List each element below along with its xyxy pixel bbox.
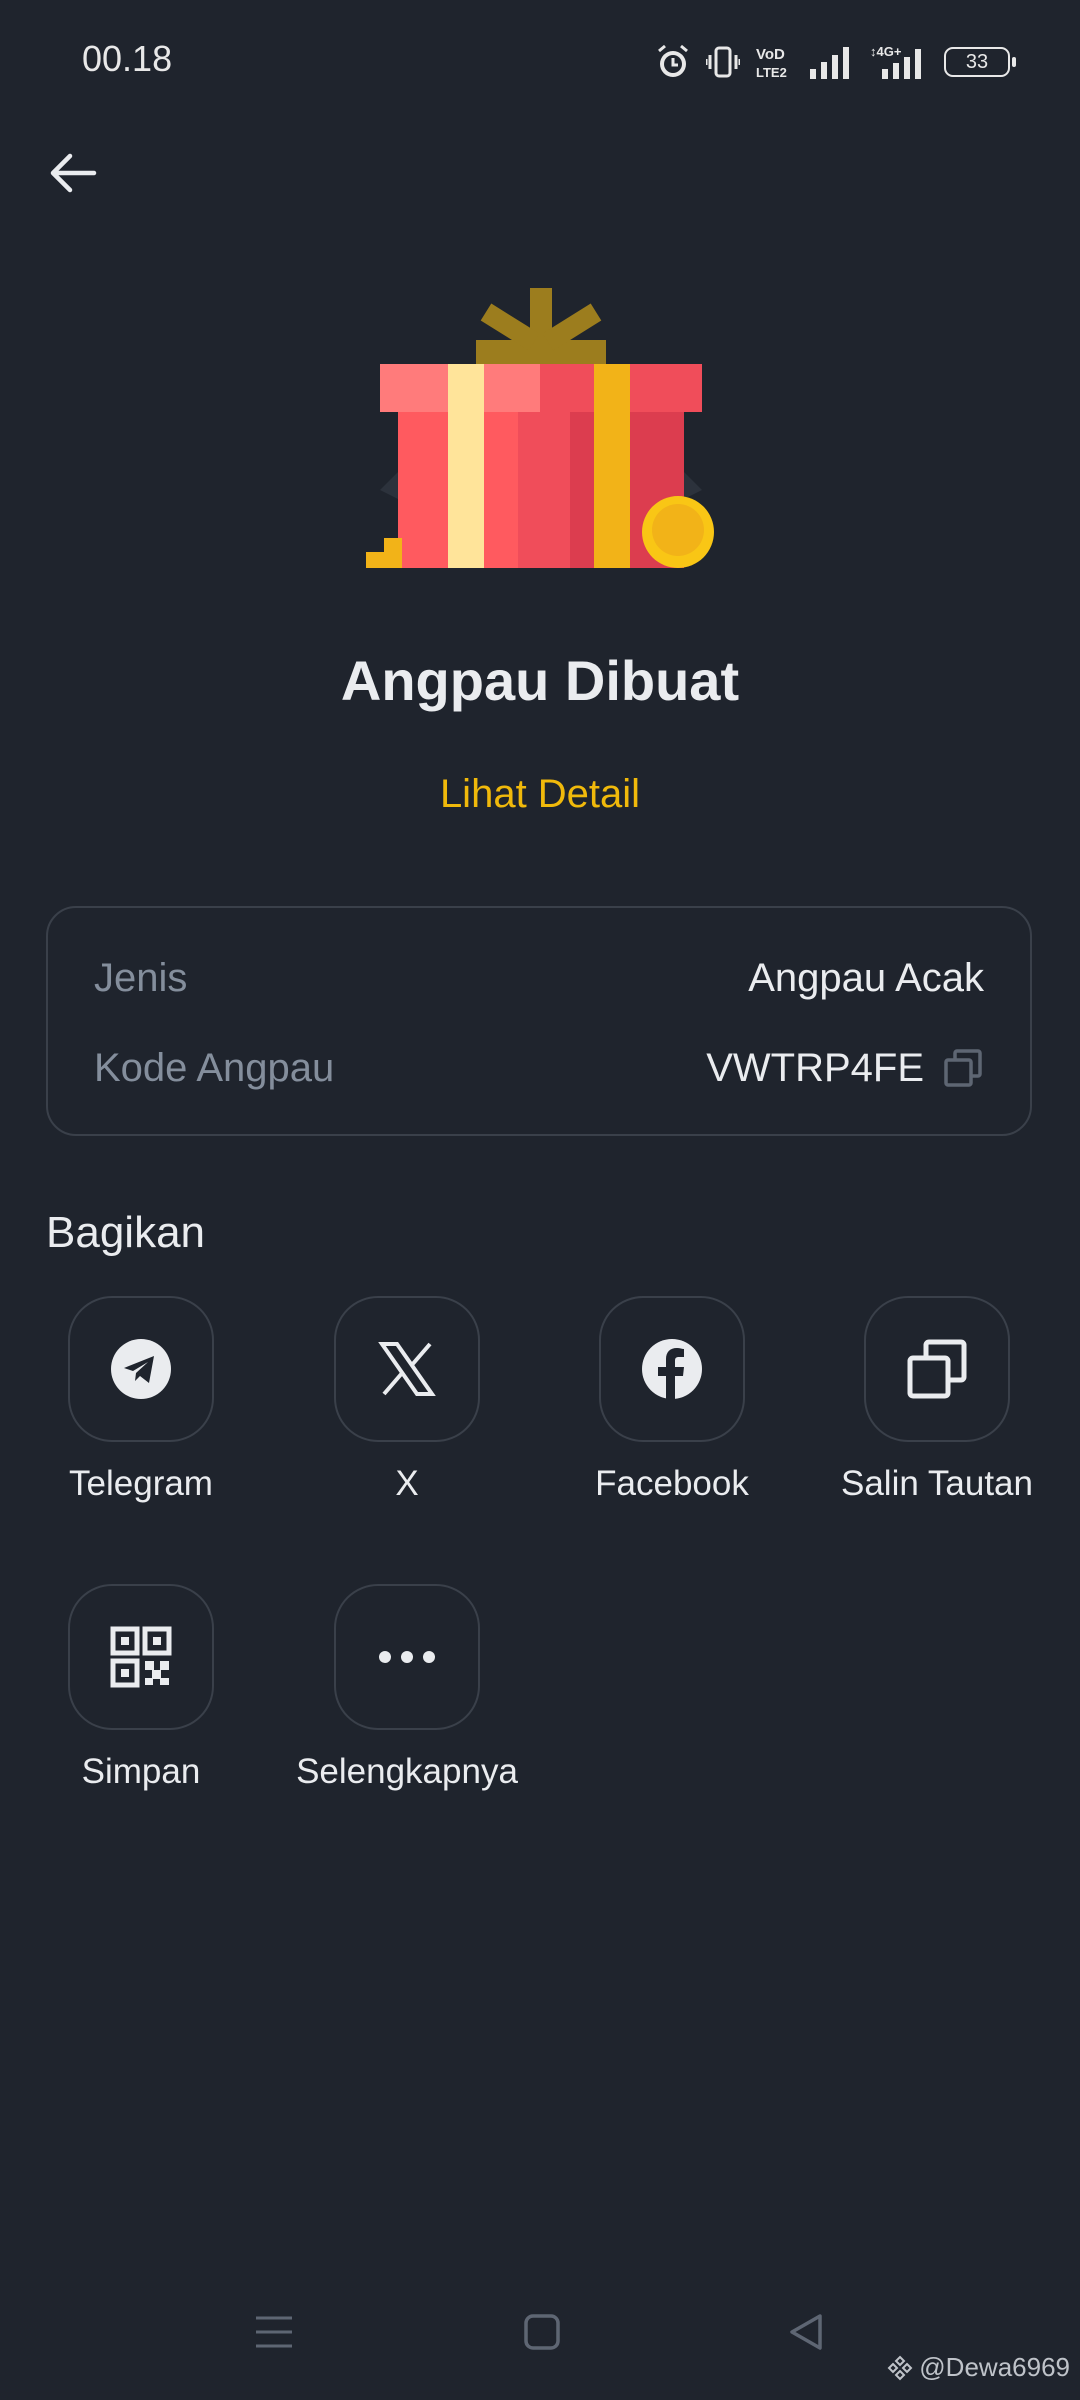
menu-nav-icon[interactable]	[254, 2312, 294, 2352]
share-more-label: Selengkapnya	[296, 1752, 518, 1791]
type-label: Jenis	[94, 955, 188, 1000]
watermark-text: @Dewa6969	[919, 2352, 1070, 2382]
view-detail-link[interactable]: Lihat Detail	[0, 772, 1080, 817]
share-x-circle[interactable]	[334, 1296, 480, 1442]
vibrate-icon	[706, 46, 740, 78]
share-copy-link-button[interactable]: Salin Tautan	[807, 1296, 1067, 1504]
share-telegram-label: Telegram	[69, 1464, 213, 1503]
4g-signal-icon: ↕4G+	[870, 44, 921, 79]
back-nav-icon[interactable]	[786, 2312, 826, 2352]
facebook-icon	[642, 1339, 702, 1400]
battery-icon: 33	[944, 47, 1016, 77]
share-more-circle[interactable]	[334, 1584, 480, 1730]
system-nav-bar	[0, 2300, 1080, 2360]
status-icons: VoD LTE2 ↕4G+ 33	[654, 38, 1016, 86]
alarm-icon	[658, 44, 688, 77]
share-save-circle[interactable]	[68, 1584, 214, 1730]
type-row: Jenis Angpau Acak	[94, 948, 984, 1008]
share-facebook-button[interactable]: Facebook	[542, 1296, 802, 1504]
share-x-label: X	[395, 1464, 419, 1503]
copy-code-icon[interactable]	[942, 1047, 984, 1089]
more-icon	[379, 1651, 435, 1663]
qr-code-icon	[110, 1626, 172, 1688]
share-telegram-circle[interactable]	[68, 1296, 214, 1442]
share-facebook-label: Facebook	[595, 1464, 749, 1503]
code-row: Kode Angpau VWTRP4FE	[94, 1038, 984, 1098]
share-heading: Bagikan	[46, 1208, 206, 1257]
share-save-label: Simpan	[81, 1752, 201, 1791]
watermark: @Dewa6969	[887, 2352, 1070, 2383]
share-save-button[interactable]: Simpan	[11, 1584, 271, 1792]
code-value: VWTRP4FE	[706, 1045, 924, 1090]
angpau-info-card: Jenis Angpau Acak Kode Angpau VWTRP4FE	[46, 906, 1032, 1136]
svg-text:LTE2: LTE2	[756, 65, 787, 80]
back-arrow-icon	[50, 153, 97, 193]
x-icon	[378, 1342, 436, 1396]
binance-logo-icon	[887, 2355, 913, 2380]
back-button[interactable]	[44, 140, 108, 204]
share-telegram-button[interactable]: Telegram	[11, 1296, 271, 1504]
signal-icon	[810, 47, 849, 79]
svg-text:VoD: VoD	[756, 46, 785, 63]
type-value: Angpau Acak	[748, 955, 984, 1000]
code-label: Kode Angpau	[94, 1045, 335, 1090]
share-facebook-circle[interactable]	[599, 1296, 745, 1442]
home-nav-icon[interactable]	[522, 2312, 562, 2352]
share-x-button[interactable]: X	[277, 1296, 537, 1504]
share-more-button[interactable]: Selengkapnya	[277, 1584, 537, 1792]
status-time: 00.18	[82, 38, 173, 79]
battery-level: 33	[965, 50, 989, 73]
volte-icon: VoD LTE2	[756, 46, 787, 80]
svg-text:↕4G+: ↕4G+	[870, 44, 902, 59]
copy-link-icon	[907, 1339, 967, 1399]
page-title: Angpau Dibuat	[340, 649, 740, 712]
share-copy-link-label: Salin Tautan	[840, 1464, 1033, 1503]
share-copy-link-circle[interactable]	[864, 1296, 1010, 1442]
telegram-icon	[111, 1339, 171, 1399]
gift-illustration	[360, 280, 720, 580]
